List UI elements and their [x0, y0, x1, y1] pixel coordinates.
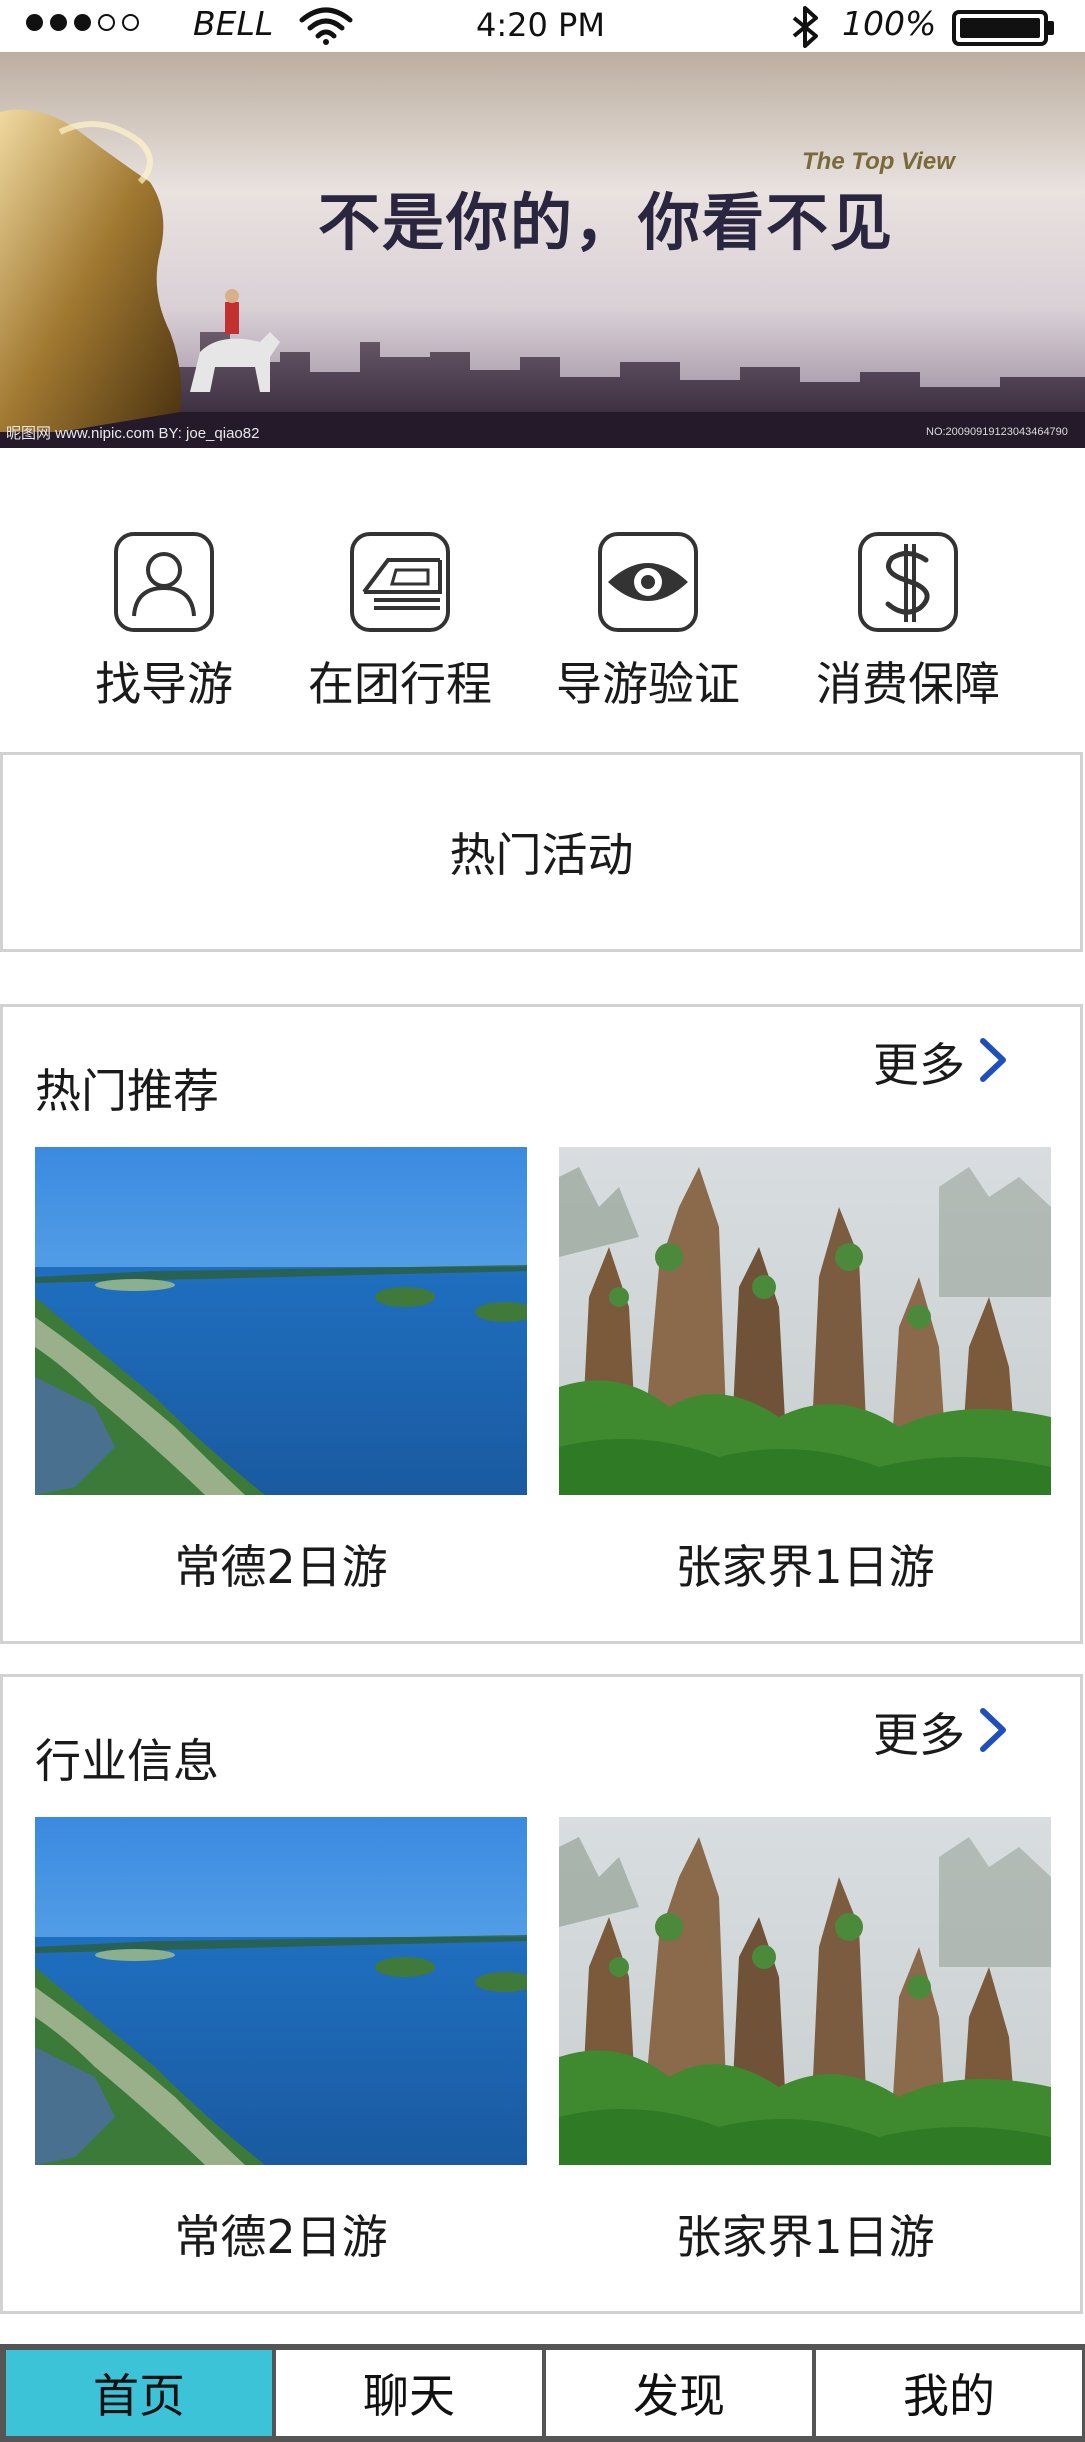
clock-time: 4:20 PM	[476, 6, 605, 44]
section-title: 热门推荐	[35, 1064, 219, 1118]
quick-link-itinerary[interactable]: 在团行程	[300, 530, 500, 720]
tab-chat[interactable]: 聊天	[276, 2350, 542, 2436]
status-bar: BELL 4:20 PM 100%	[0, 0, 1085, 52]
lake-photo	[35, 1147, 527, 1495]
info-card[interactable]: 常德2日游	[35, 1817, 527, 2267]
info-card[interactable]: 张家界1日游	[559, 1817, 1051, 2267]
battery-icon	[952, 10, 1056, 50]
mountain-photo	[559, 1817, 1051, 2165]
tour-card[interactable]: 常德2日游	[35, 1147, 527, 1597]
carrier-name: BELL	[193, 4, 274, 43]
chevron-right-icon	[975, 1705, 1011, 1759]
tour-card[interactable]: 张家界1日游	[559, 1147, 1051, 1597]
more-label: 更多	[873, 1038, 965, 1092]
hot-activities-label: 热门活动	[449, 828, 634, 882]
industry-more-link[interactable]: 更多	[873, 1699, 1011, 1765]
dollar-icon	[856, 530, 960, 634]
chevron-right-icon	[975, 1035, 1011, 1089]
mountain-photo	[559, 1147, 1051, 1495]
more-label: 更多	[873, 1708, 965, 1762]
recommend-more-link[interactable]: 更多	[873, 1029, 1011, 1095]
itinerary-icon	[348, 530, 452, 634]
lake-photo	[35, 1817, 527, 2165]
tab-profile[interactable]: 我的	[816, 2350, 1082, 2436]
info-card-caption: 常德2日游	[174, 2210, 388, 2264]
quick-link-find-guide[interactable]: 找导游	[64, 530, 264, 720]
quick-link-guide-verify[interactable]: 导游验证	[548, 530, 748, 720]
quick-link-label: 导游验证	[556, 657, 740, 711]
eye-icon	[596, 530, 700, 634]
section-title: 行业信息	[35, 1734, 219, 1788]
info-card-caption: 张家界1日游	[675, 2210, 935, 2264]
banner-slogan: 不是你的，你看不见	[318, 186, 895, 259]
banner-image-id: NO:20090919123043464790	[926, 426, 1068, 438]
tab-home[interactable]: 首页	[6, 2350, 272, 2436]
tour-card-caption: 张家界1日游	[675, 1540, 935, 1594]
guide-person-icon	[112, 530, 216, 634]
quick-link-label: 消费保障	[816, 657, 1000, 711]
recommend-section: 热门推荐 更多 常德2日游 张家界1日游	[0, 1004, 1083, 1644]
quick-link-label: 在团行程	[308, 657, 492, 711]
battery-percentage: 100%	[842, 4, 937, 43]
hot-activities-banner[interactable]: 热门活动	[0, 752, 1083, 952]
tab-discover[interactable]: 发现	[546, 2350, 812, 2436]
signal-strength-icon	[26, 14, 139, 31]
industry-section: 行业信息 更多 常德2日游 张家界1日游	[0, 1674, 1083, 2314]
quick-link-consumer-protection[interactable]: 消费保障	[808, 530, 1008, 720]
bluetooth-icon	[788, 6, 822, 52]
promo-banner[interactable]: The Top View 不是你的，你看不见 昵图网 www.nipic.com…	[0, 52, 1085, 448]
banner-credit: 昵图网 www.nipic.com BY: joe_qiao82	[6, 425, 260, 442]
wifi-icon	[298, 6, 354, 50]
tour-card-caption: 常德2日游	[174, 1540, 388, 1594]
quick-link-label: 找导游	[95, 657, 233, 711]
bottom-tab-bar: 首页 聊天 发现 我的	[0, 2344, 1085, 2442]
